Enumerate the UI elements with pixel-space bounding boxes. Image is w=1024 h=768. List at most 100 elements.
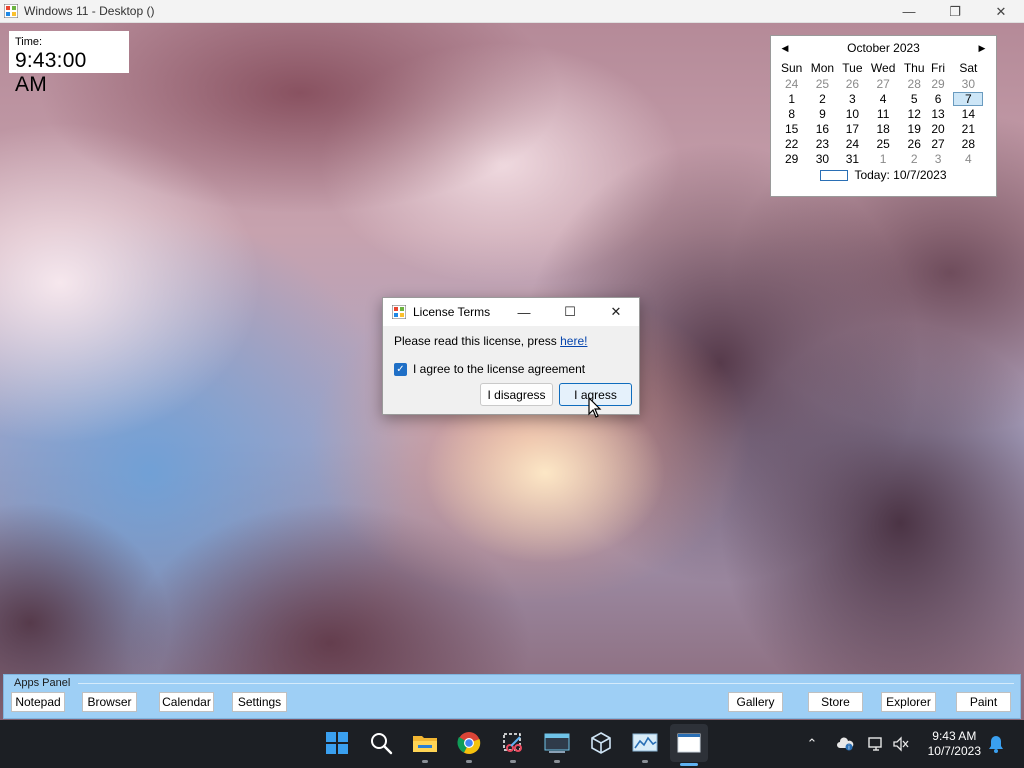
calendar-day[interactable]: 2 xyxy=(900,151,928,166)
calendar-next-month-button[interactable]: ▶ xyxy=(974,43,990,54)
notification-bell-icon[interactable] xyxy=(987,734,1005,754)
app-icon xyxy=(3,3,19,19)
desktop: Time: 9:43:00 AM ◀ October 2023 ▶ Sun Mo… xyxy=(0,23,1024,720)
calendar-day[interactable]: 24 xyxy=(838,136,866,151)
calendar-day[interactable]: 10 xyxy=(838,106,866,121)
calendar-day[interactable]: 8 xyxy=(777,106,806,121)
calendar-month-title[interactable]: October 2023 xyxy=(847,41,920,55)
virtualbox-icon[interactable] xyxy=(585,727,617,759)
calendar-day[interactable]: 19 xyxy=(900,121,928,136)
settings-button[interactable]: Settings xyxy=(232,692,287,712)
calendar-day[interactable]: 1 xyxy=(866,151,900,166)
month-calendar[interactable]: ◀ October 2023 ▶ Sun Mon Tue Wed Thu Fri… xyxy=(770,35,997,197)
agree-checkbox[interactable]: ✓ xyxy=(394,362,407,376)
snipping-tool-icon[interactable] xyxy=(497,727,529,759)
dialog-minimize-button[interactable]: — xyxy=(501,298,547,326)
time-value: 9:43:00 AM xyxy=(15,49,87,96)
gallery-button[interactable]: Gallery xyxy=(728,692,783,712)
calendar-prev-month-button[interactable]: ◀ xyxy=(777,43,793,54)
taskbar-clock[interactable]: 9:43 AM 10/7/2023 xyxy=(928,729,981,759)
mouse-cursor-icon xyxy=(588,397,602,418)
weekday-header: Tue xyxy=(842,61,863,75)
calendar-day[interactable]: 25 xyxy=(806,76,838,91)
disagree-button[interactable]: I disagress xyxy=(480,383,553,406)
calendar-day[interactable]: 3 xyxy=(838,91,866,106)
calendar-day[interactable]: 21 xyxy=(948,121,989,136)
window-restore-button[interactable]: ❐ xyxy=(932,0,978,23)
agree-checkbox-row[interactable]: ✓ I agree to the license agreement xyxy=(394,362,585,376)
calendar-day[interactable]: 12 xyxy=(900,106,928,121)
selected-day-text: 7 xyxy=(953,91,984,106)
weekday-header: Mon xyxy=(810,61,835,75)
calendar-day-selected[interactable]: 7 xyxy=(948,91,989,106)
file-explorer-icon[interactable] xyxy=(409,727,441,759)
running-indicator xyxy=(554,760,560,763)
dialog-titlebar[interactable]: License Terms — ☐ ✕ xyxy=(383,298,639,326)
calendar-day[interactable]: 28 xyxy=(948,136,989,151)
calendar-day[interactable]: 25 xyxy=(866,136,900,151)
active-indicator xyxy=(680,763,698,766)
today-label: Today: 10/7/2023 xyxy=(854,168,947,182)
license-link[interactable]: here! xyxy=(560,334,587,348)
calendar-day[interactable]: 23 xyxy=(806,136,838,151)
calendar-day[interactable]: 17 xyxy=(838,121,866,136)
calendar-day[interactable]: 24 xyxy=(777,76,806,91)
calendar-day[interactable]: 3 xyxy=(928,151,947,166)
notepad-button[interactable]: Notepad xyxy=(11,692,65,712)
active-window-icon[interactable] xyxy=(670,724,708,762)
search-icon[interactable] xyxy=(365,727,397,759)
calendar-day[interactable]: 27 xyxy=(928,136,947,151)
calendar-day[interactable]: 18 xyxy=(866,121,900,136)
calendar-day[interactable]: 14 xyxy=(948,106,989,121)
explorer-button[interactable]: Explorer xyxy=(881,692,936,712)
calendar-day[interactable]: 13 xyxy=(928,106,947,121)
calendar-day[interactable]: 4 xyxy=(948,151,989,166)
calendar-day[interactable]: 27 xyxy=(866,76,900,91)
calendar-day[interactable]: 11 xyxy=(866,106,900,121)
calendar-day[interactable]: 22 xyxy=(777,136,806,151)
store-button[interactable]: Store xyxy=(808,692,863,712)
window-close-button[interactable]: ✕ xyxy=(978,0,1024,23)
dialog-maximize-button[interactable]: ☐ xyxy=(547,298,593,326)
calendar-button[interactable]: Calendar xyxy=(159,692,214,712)
calendar-day[interactable]: 15 xyxy=(777,121,806,136)
calendar-day[interactable]: 9 xyxy=(806,106,838,121)
dialog-message-text: Please read this license, press xyxy=(394,334,561,348)
weekday-header: Thu xyxy=(903,61,925,75)
dialog-title: License Terms xyxy=(413,305,491,319)
time-widget: Time: 9:43:00 AM xyxy=(9,31,129,96)
calendar-day[interactable]: 16 xyxy=(806,121,838,136)
calendar-day[interactable]: 2 xyxy=(806,91,838,106)
calendar-day[interactable]: 26 xyxy=(838,76,866,91)
agree-checkbox-label[interactable]: I agree to the license agreement xyxy=(413,362,585,376)
task-manager-icon[interactable] xyxy=(629,727,661,759)
terminal-icon[interactable] xyxy=(541,727,573,759)
calendar-day[interactable]: 28 xyxy=(900,76,928,91)
calendar-day[interactable]: 5 xyxy=(900,91,928,106)
calendar-day[interactable]: 30 xyxy=(948,76,989,91)
window-title: Windows 11 - Desktop () xyxy=(24,4,155,18)
calendar-today-link[interactable]: Today: 10/7/2023 xyxy=(777,168,990,182)
window-minimize-button[interactable]: — xyxy=(886,0,932,23)
calendar-day[interactable]: 6 xyxy=(928,91,947,106)
paint-button[interactable]: Paint xyxy=(956,692,1011,712)
network-icon[interactable] xyxy=(867,735,885,753)
windows-start-icon[interactable] xyxy=(321,727,353,759)
calendar-day[interactable]: 29 xyxy=(777,151,806,166)
calendar-day[interactable]: 31 xyxy=(838,151,866,166)
show-hidden-icons-chevron-icon[interactable]: ⌃ xyxy=(803,735,821,753)
calendar-day[interactable]: 1 xyxy=(777,91,806,106)
calendar-day[interactable]: 4 xyxy=(866,91,900,106)
volume-muted-icon[interactable] xyxy=(892,735,910,753)
calendar-day[interactable]: 29 xyxy=(928,76,947,91)
calendar-day[interactable]: 26 xyxy=(900,136,928,151)
dialog-close-button[interactable]: ✕ xyxy=(593,298,639,326)
dialog-app-icon xyxy=(391,304,407,320)
browser-button[interactable]: Browser xyxy=(82,692,137,712)
calendar-day[interactable]: 20 xyxy=(928,121,947,136)
onedrive-icon[interactable]: i xyxy=(836,735,854,753)
calendar-day[interactable]: 30 xyxy=(806,151,838,166)
chrome-icon[interactable] xyxy=(453,727,485,759)
today-marker xyxy=(820,169,849,181)
weekday-header: Sun xyxy=(781,61,803,75)
